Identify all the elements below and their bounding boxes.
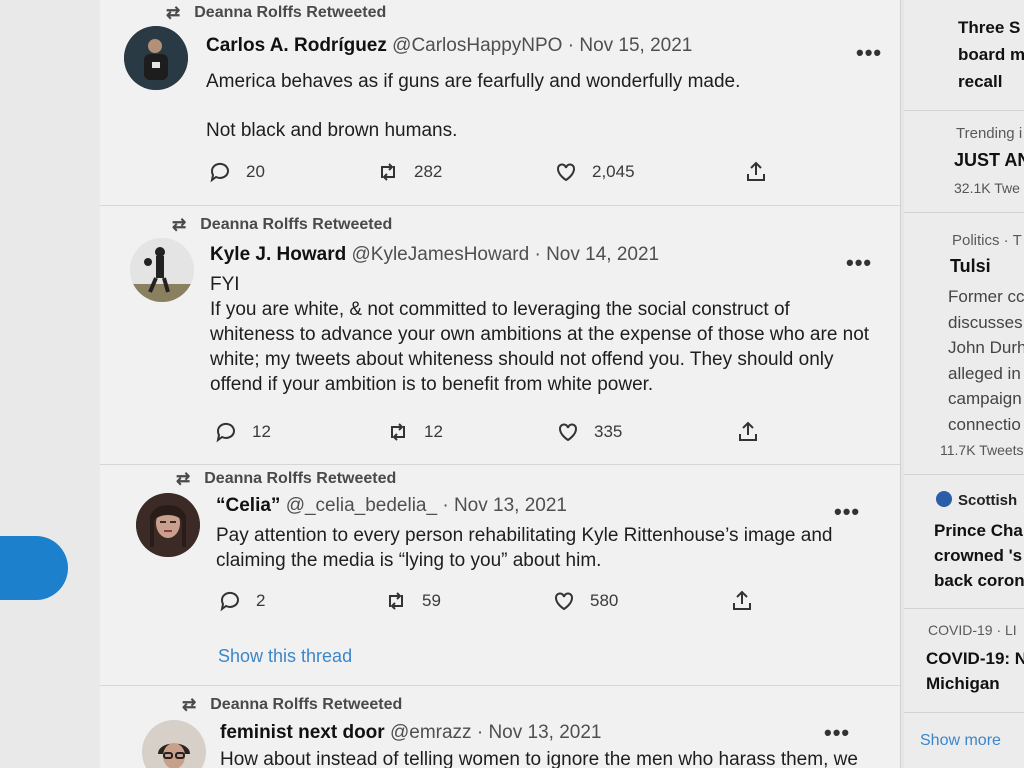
tweet-date[interactable]: Nov 13, 2021 [488, 722, 601, 743]
avatar[interactable] [124, 26, 188, 90]
tweet-date[interactable]: Nov 14, 2021 [546, 244, 659, 265]
trend-headline[interactable]: Prince Cha crowned 's back coron [934, 518, 1024, 593]
tweet-header: Carlos A. Rodríguez @CarlosHappyNPO · No… [206, 35, 693, 56]
tweet-actions: 12 12 335 [214, 420, 760, 444]
author-handle[interactable]: @KyleJamesHoward [352, 244, 530, 265]
retweet-indicator: ⇄ Deanna Rolffs Retweeted [182, 695, 403, 714]
trend-meta: Trending i [956, 125, 1023, 142]
share-icon [733, 590, 751, 610]
author-handle[interactable]: @_celia_bedelia_ [286, 495, 437, 516]
tweet-header: Kyle J. Howard @KyleJamesHoward · Nov 14… [210, 244, 660, 265]
trend-source: Scottish [936, 491, 1017, 509]
retweet-button[interactable]: 282 [376, 160, 554, 184]
reply-icon [210, 162, 229, 183]
trend-meta: COVID-19 · LI [928, 622, 1017, 638]
reply-button[interactable]: 12 [214, 420, 386, 444]
tweet-text: America behaves as if guns are fearfully… [206, 71, 741, 141]
retweet-icon: ⇄ [172, 215, 187, 234]
share-button[interactable] [730, 589, 754, 613]
like-button[interactable]: 2,045 [554, 160, 744, 184]
heart-icon [557, 163, 575, 182]
show-thread-link[interactable]: Show this thread [218, 646, 352, 667]
trend-count: 32.1K Twe [954, 180, 1020, 196]
tweet-text: FYI If you are white, & not committed to… [210, 274, 870, 395]
tweet-date[interactable]: Nov 15, 2021 [579, 35, 692, 56]
more-options-icon[interactable]: ••• [824, 720, 850, 746]
trend-title[interactable]: JUST AN [954, 150, 1024, 171]
tweet-actions: 2 59 580 [218, 589, 754, 613]
share-button[interactable] [744, 160, 768, 184]
avatar[interactable] [130, 238, 194, 302]
retweet-icon [389, 592, 403, 610]
tweet-compose-tab[interactable] [0, 536, 68, 600]
trend-headline[interactable]: COVID-19: N Michigan [926, 646, 1024, 696]
more-options-icon[interactable]: ••• [834, 499, 860, 525]
retweet-icon [391, 423, 405, 441]
timeline-feed: ⇄ Deanna Rolffs Retweeted Carlos A. Rodr… [100, 0, 901, 768]
author-name[interactable]: feminist next door [220, 722, 385, 743]
reply-button[interactable]: 2 [218, 589, 384, 613]
share-button[interactable] [736, 420, 760, 444]
share-icon [739, 421, 757, 441]
tweet-text: How about instead of telling women to ig… [220, 749, 858, 768]
retweet-indicator: ⇄ Deanna Rolffs Retweeted [176, 469, 397, 488]
author-handle[interactable]: @CarlosHappyNPO [392, 35, 562, 56]
reply-icon [220, 591, 239, 612]
author-name[interactable]: Carlos A. Rodríguez [206, 35, 387, 56]
left-gutter [0, 0, 100, 768]
retweet-indicator: ⇄ Deanna Rolffs Retweeted [166, 3, 387, 22]
trend-title[interactable]: Tulsi [950, 256, 991, 277]
retweet-icon [381, 163, 395, 181]
trend-meta: Politics · T [952, 232, 1022, 249]
avatar[interactable] [142, 720, 206, 768]
author-name[interactable]: “Celia” [216, 495, 280, 516]
retweet-icon: ⇄ [166, 3, 181, 22]
tweet-celia[interactable]: ⇄ Deanna Rolffs Retweeted “Celia” @_celi… [100, 465, 900, 686]
like-button[interactable]: 335 [556, 420, 736, 444]
retweet-indicator: ⇄ Deanna Rolffs Retweeted [172, 215, 393, 234]
heart-icon [559, 423, 577, 442]
tweet-actions: 20 282 2,045 [208, 160, 768, 184]
tweet-date[interactable]: Nov 13, 2021 [454, 495, 567, 516]
like-button[interactable]: 580 [552, 589, 730, 613]
tweet-header: feminist next door @emrazz · Nov 13, 202… [220, 722, 602, 743]
tweet-emrazz[interactable]: ⇄ Deanna Rolffs Retweeted feminist next … [100, 686, 900, 768]
reply-button[interactable]: 20 [208, 160, 376, 184]
news-source-icon [936, 491, 952, 507]
retweet-button[interactable]: 59 [384, 589, 552, 613]
retweet-button[interactable]: 12 [386, 420, 556, 444]
trends-sidebar: Three S board m recall Trending i JUST A… [904, 0, 1024, 768]
avatar[interactable] [136, 493, 200, 557]
tweet-text: Pay attention to every person rehabilita… [216, 525, 833, 571]
heart-icon [555, 592, 573, 611]
author-name[interactable]: Kyle J. Howard [210, 244, 346, 265]
trend-description[interactable]: Former cc discusses John Durh alleged in… [948, 284, 1024, 437]
reply-icon [216, 422, 235, 443]
retweet-icon: ⇄ [182, 695, 197, 714]
more-options-icon[interactable]: ••• [856, 40, 882, 66]
trend-count: 11.7K Tweets [940, 442, 1024, 458]
share-icon [747, 161, 765, 181]
show-more-link[interactable]: Show more [920, 732, 1001, 750]
trend-news-headline[interactable]: Three S board m recall [958, 14, 1024, 95]
tweet-kyle[interactable]: ⇄ Deanna Rolffs Retweeted Kyle J. Howard… [100, 206, 900, 465]
tweet-carlos[interactable]: ⇄ Deanna Rolffs Retweeted Carlos A. Rodr… [100, 0, 900, 206]
author-handle[interactable]: @emrazz [390, 722, 472, 743]
retweet-icon: ⇄ [176, 469, 191, 488]
tweet-header: “Celia” @_celia_bedelia_ · Nov 13, 2021 [216, 495, 567, 516]
